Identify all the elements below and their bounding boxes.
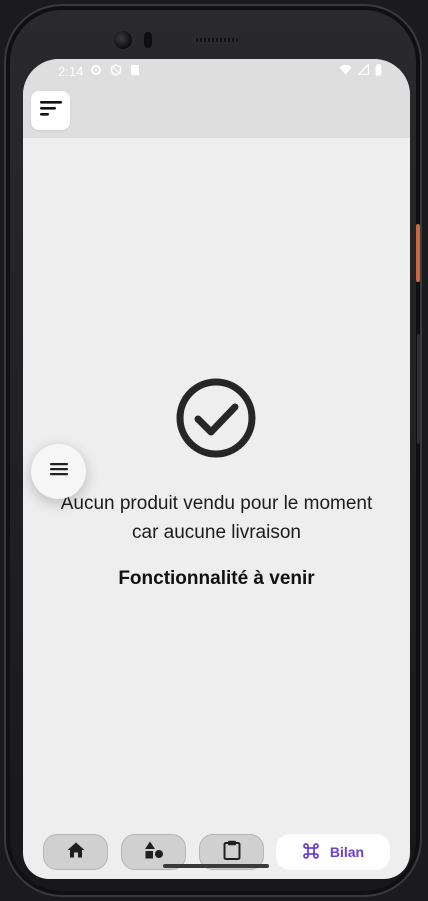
gesture-home-bar[interactable]	[163, 864, 269, 868]
clipboard-icon	[223, 840, 241, 865]
hamburger-icon	[49, 462, 69, 481]
status-icons-right	[339, 62, 382, 79]
check-circle-icon	[174, 376, 258, 460]
coming-soon-label: Fonctionnalité à venir	[118, 568, 315, 589]
phone-frame: 2:14 Aucun produit vendu pour le moment …	[4, 4, 422, 897]
empty-state-message: Aucun produit vendu pour le moment car a…	[23, 489, 410, 547]
sort-lines-icon	[39, 99, 63, 122]
wifi-icon	[339, 64, 352, 79]
volume-button	[417, 334, 420, 444]
shapes-icon	[144, 841, 164, 864]
front-camera	[114, 31, 132, 49]
nav-bilan[interactable]: Bilan	[276, 834, 390, 870]
shield-icon	[110, 64, 122, 79]
screen: 2:14 Aucun produit vendu pour le moment …	[23, 59, 410, 879]
status-time: 2:14	[58, 64, 84, 79]
message-line-2: car aucune livraison	[132, 522, 301, 543]
battery-icon	[375, 64, 382, 79]
earpiece-speaker	[194, 38, 238, 42]
main-content: Aucun produit vendu pour le moment car a…	[23, 138, 410, 879]
nav-home[interactable]	[43, 834, 108, 870]
status-icons-left	[90, 64, 140, 79]
nav-bilan-label: Bilan	[329, 844, 365, 860]
signal-icon	[356, 62, 370, 79]
sort-menu-button[interactable]	[31, 91, 70, 130]
message-line-1: Aucun produit vendu pour le moment	[60, 493, 373, 514]
clipboard-icon	[130, 64, 140, 79]
command-icon	[302, 842, 320, 863]
status-bar: 2:14	[23, 59, 410, 85]
sensor	[144, 32, 152, 48]
gear-icon	[90, 64, 102, 79]
floating-menu-button[interactable]	[31, 444, 86, 499]
app-bar: 2:14	[23, 59, 410, 138]
power-button	[416, 224, 420, 282]
home-icon	[67, 842, 85, 863]
